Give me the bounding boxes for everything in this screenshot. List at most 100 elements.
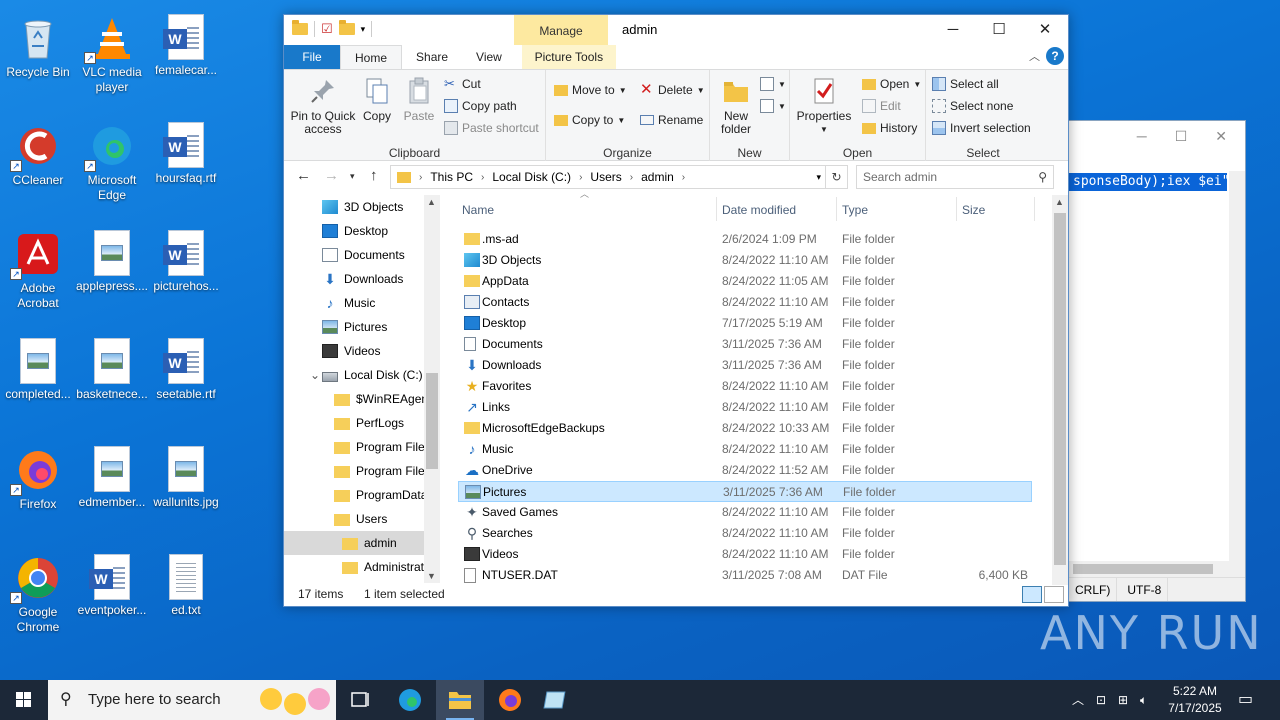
file-row[interactable]: .ms-ad 2/6/2024 1:09 PM File folder <box>458 229 1032 250</box>
start-button[interactable] <box>0 680 48 720</box>
desktop-shortcut[interactable]: Whoursfaq.rtf <box>148 116 224 186</box>
nav-item[interactable]: ⌄ Local Disk (C:) <box>284 363 424 387</box>
desktop-shortcut[interactable]: basketnece... <box>74 332 150 402</box>
desktop-shortcut[interactable]: ↗ VLC media player <box>74 8 150 95</box>
close-icon[interactable]: ✕ <box>1215 128 1227 145</box>
edge-taskbar-button[interactable] <box>386 680 434 720</box>
file-list[interactable]: ︿ Name Date modified Type Size .ms-ad 2/6… <box>454 189 1054 583</box>
edit-button[interactable]: Edit <box>862 96 901 116</box>
tab-home[interactable]: Home <box>340 45 403 69</box>
new-folder-icon[interactable] <box>338 20 355 35</box>
notepad-taskbar-button[interactable] <box>534 680 582 720</box>
delete-button[interactable]: ✕ Delete ▼ <box>640 80 705 100</box>
maximize-icon[interactable]: ☐ <box>1175 128 1188 145</box>
chevron-down-icon[interactable]: ▾ <box>361 24 366 35</box>
file-row[interactable]: Contacts 8/24/2022 11:10 AM File folder <box>458 292 1032 313</box>
large-icons-view-button[interactable] <box>1044 586 1064 603</box>
desktop-shortcut[interactable]: wallunits.jpg <box>148 440 224 510</box>
file-row[interactable]: ✦ Saved Games 8/24/2022 11:10 AM File folde… <box>458 502 1032 523</box>
nav-item[interactable]: Desktop <box>284 219 424 243</box>
file-row[interactable]: ★ Favorites 8/24/2022 11:10 AM File folder <box>458 376 1032 397</box>
nav-item[interactable]: PerfLogs <box>284 411 424 435</box>
desktop-shortcut[interactable]: ↗ Adobe Acrobat <box>0 224 76 311</box>
properties-icon[interactable]: ☑ <box>321 21 333 37</box>
open-button[interactable]: Open ▼ <box>862 74 921 94</box>
nav-item[interactable]: Administrator <box>284 555 435 579</box>
desktop-shortcut[interactable]: ↗ Firefox <box>0 440 76 512</box>
desktop-shortcut[interactable]: Wpicturehos... <box>148 224 224 294</box>
desktop-shortcut[interactable]: ↗ CCleaner <box>0 116 76 188</box>
file-row[interactable]: Desktop 7/17/2025 5:19 AM File folder <box>458 313 1032 334</box>
invert-selection-button[interactable]: Invert selection <box>932 118 1031 138</box>
ethernet-icon[interactable]: ⊞ <box>1118 680 1128 720</box>
breadcrumb-this-pc[interactable]: This PC <box>430 170 473 184</box>
nav-item[interactable]: Videos <box>284 339 424 363</box>
show-hidden-icons[interactable]: ︿ <box>1072 680 1084 720</box>
file-row[interactable]: ♪ Music 8/24/2022 11:10 AM File folder <box>458 439 1032 460</box>
file-list-scrollbar[interactable]: ▲ <box>1052 195 1068 585</box>
tab-picture-tools[interactable]: Picture Tools <box>521 45 616 69</box>
scroll-down-icon[interactable]: ▼ <box>427 571 436 581</box>
rename-button[interactable]: Rename <box>640 110 703 130</box>
taskbar-search-input[interactable]: ⚲ Type here to search <box>48 680 336 720</box>
minimize-icon[interactable]: ─ <box>1137 128 1147 144</box>
address-bar[interactable]: › This PC › Local Disk (C:) › Users › ad… <box>390 165 826 189</box>
tab-file[interactable]: File <box>284 45 340 69</box>
network-icon[interactable]: ⊡ <box>1096 680 1106 720</box>
vertical-scrollbar[interactable] <box>1229 171 1245 561</box>
file-explorer-taskbar-button[interactable] <box>436 680 484 720</box>
nav-item[interactable]: $WinREAgent <box>284 387 431 411</box>
file-row[interactable]: MicrosoftEdgeBackups 8/24/2022 10:33 AM Fi… <box>458 418 1032 439</box>
up-arrow-icon[interactable]: ↑ <box>370 167 378 184</box>
notifications-icon[interactable]: ▭ <box>1238 680 1253 720</box>
nav-item[interactable]: Pictures <box>284 315 424 339</box>
nav-item[interactable]: ProgramData <box>284 483 427 507</box>
file-row[interactable]: Documents 3/11/2025 7:36 AM File folder <box>458 334 1032 355</box>
chevron-right-icon[interactable]: › <box>682 172 685 183</box>
horizontal-scrollbar[interactable] <box>1069 561 1245 577</box>
chevron-right-icon[interactable]: › <box>579 172 582 183</box>
scroll-up-icon[interactable]: ▲ <box>427 197 436 207</box>
nav-item[interactable]: ♪ Music <box>284 291 424 315</box>
desktop-shortcut[interactable]: Wfemalecar... <box>148 8 224 78</box>
file-row[interactable]: ☁ OneDrive 8/24/2022 11:52 AM File folder <box>458 460 1032 481</box>
file-row[interactable]: AppData 8/24/2022 11:05 AM File folder <box>458 271 1032 292</box>
tab-share[interactable]: Share <box>402 45 462 69</box>
nav-item[interactable]: admin <box>284 531 424 555</box>
file-row[interactable]: ↗ Links 8/24/2022 11:10 AM File folder <box>458 397 1032 418</box>
address-dropdown-icon[interactable]: ▾ <box>816 172 821 183</box>
desktop-shortcut[interactable]: ↗ Microsoft Edge <box>74 116 150 203</box>
refresh-button[interactable]: ↻ <box>826 165 848 189</box>
file-row[interactable]: Videos 8/24/2022 11:10 AM File folder <box>458 544 1032 565</box>
firefox-taskbar-button[interactable] <box>486 680 534 720</box>
tab-manage[interactable]: Manage <box>514 15 608 45</box>
column-name[interactable]: Name <box>462 203 494 217</box>
pin-quick-access-button[interactable]: Pin to Quick access <box>290 76 356 136</box>
paste-shortcut-button[interactable]: Paste shortcut <box>444 118 539 138</box>
search-input[interactable]: Search admin ⚲ <box>856 165 1054 189</box>
chevron-right-icon[interactable]: › <box>481 172 484 183</box>
nav-item[interactable]: Documents <box>284 243 424 267</box>
select-none-button[interactable]: Select none <box>932 96 1013 116</box>
maximize-button[interactable]: ☐ <box>976 15 1022 45</box>
minimize-button[interactable]: ─ <box>930 15 976 45</box>
desktop-shortcut[interactable]: Weventpoker... <box>74 548 150 618</box>
desktop-shortcut[interactable]: Wseetable.rtf <box>148 332 224 402</box>
new-folder-button[interactable]: New folder <box>714 76 758 136</box>
paste-button[interactable]: Paste <box>402 76 436 123</box>
desktop-shortcut[interactable]: edmember... <box>74 440 150 510</box>
column-type[interactable]: Type <box>842 203 868 217</box>
selected-text[interactable]: sponseBody);iex $ei" <box>1069 173 1227 191</box>
nav-item[interactable]: Program Files <box>284 435 431 459</box>
desktop-shortcut[interactable]: Recycle Bin <box>0 8 76 80</box>
background-window[interactable]: ─ ☐ ✕ sponseBody);iex $ei" CRLF) UTF-8 <box>1068 120 1246 602</box>
nav-item[interactable]: Users <box>284 507 424 531</box>
desktop-shortcut[interactable]: ↗ Google Chrome <box>0 548 76 635</box>
file-row[interactable]: ⚲ Searches 8/24/2022 11:10 AM File folder <box>458 523 1032 544</box>
close-button[interactable]: ✕ <box>1022 15 1068 45</box>
nav-item[interactable]: Program Files (x86) <box>284 459 440 483</box>
column-size[interactable]: Size <box>962 203 985 217</box>
forward-arrow-icon[interactable]: → <box>324 167 339 184</box>
column-date-modified[interactable]: Date modified <box>722 203 796 217</box>
copy-button[interactable]: Copy <box>360 76 394 123</box>
